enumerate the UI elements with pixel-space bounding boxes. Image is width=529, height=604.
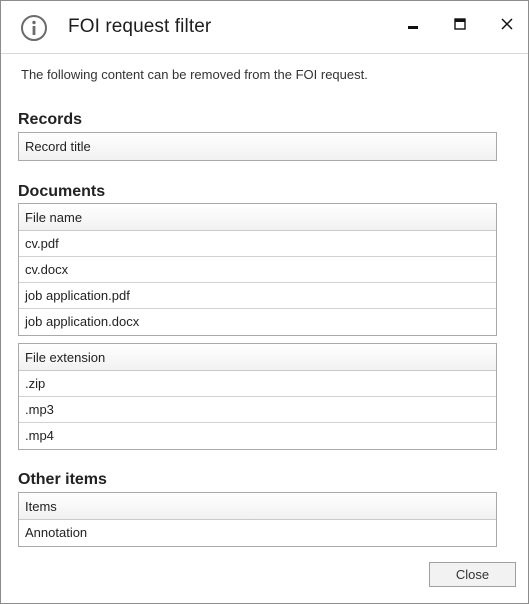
list-item[interactable]: .mp3	[19, 397, 496, 423]
other-items-section-title: Other items	[18, 471, 107, 488]
close-button[interactable]: Close	[429, 562, 516, 587]
window-title: FOI request filter	[68, 16, 212, 37]
documents-section-title: Documents	[18, 183, 106, 200]
title-bar[interactable]: FOI request filter	[1, 1, 528, 53]
list-item[interactable]: job application.pdf	[19, 283, 496, 309]
foi-filter-window: FOI request filter The following content…	[0, 0, 529, 604]
other-items-list[interactable]: Items Annotation	[18, 492, 497, 547]
file-name-list[interactable]: File name cv.pdf cv.docx job application…	[18, 203, 497, 336]
description-text: The following content can be removed fro…	[21, 67, 368, 82]
list-item[interactable]: cv.pdf	[19, 231, 496, 257]
list-item[interactable]: .mp4	[19, 423, 496, 449]
items-column-header[interactable]: Items	[19, 493, 496, 520]
records-column-header[interactable]: Record title	[19, 133, 496, 160]
file-extension-column-header[interactable]: File extension	[19, 344, 496, 371]
close-window-button[interactable]	[492, 11, 522, 41]
info-icon	[20, 14, 48, 42]
file-extension-list[interactable]: File extension .zip .mp3 .mp4	[18, 343, 497, 450]
close-icon	[501, 17, 513, 35]
list-item[interactable]: job application.docx	[19, 309, 496, 335]
title-divider	[1, 53, 528, 54]
maximize-icon	[454, 17, 466, 35]
list-item[interactable]: cv.docx	[19, 257, 496, 283]
file-name-column-header[interactable]: File name	[19, 204, 496, 231]
records-section-title: Records	[18, 111, 83, 128]
records-list[interactable]: Record title	[18, 132, 497, 161]
list-item[interactable]: .zip	[19, 371, 496, 397]
maximize-button[interactable]	[445, 11, 475, 41]
list-item[interactable]: Annotation	[19, 520, 496, 546]
minimize-button[interactable]	[398, 11, 428, 41]
minimize-icon	[407, 17, 419, 35]
